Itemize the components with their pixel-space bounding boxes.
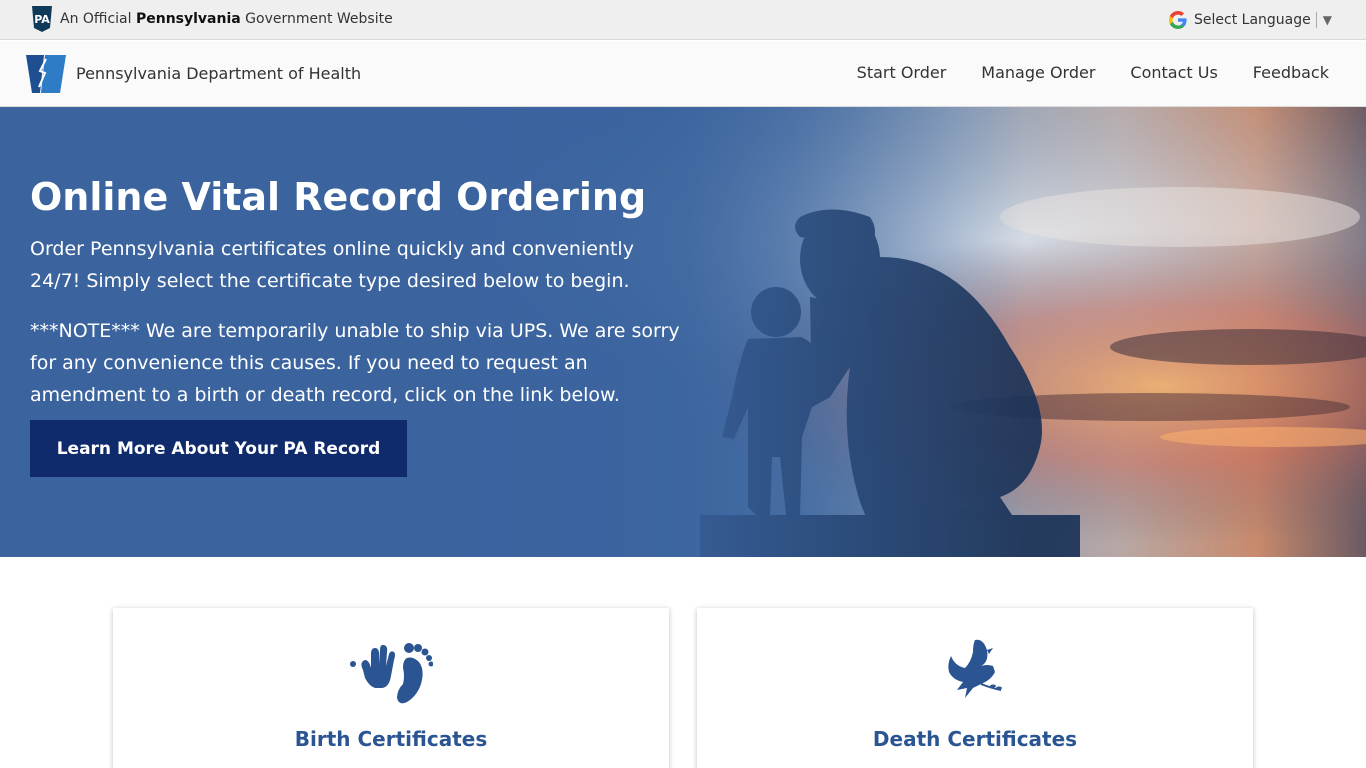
hero-note-text: ***NOTE*** We are temporarily unable to …	[30, 320, 680, 406]
main-nav: Start Order Manage Order Contact Us Feed…	[822, 63, 1329, 82]
nav-contact-us[interactable]: Contact Us	[1130, 63, 1217, 82]
svg-text:PA: PA	[34, 13, 50, 26]
death-certificates-card[interactable]: Death Certificates	[697, 608, 1253, 768]
hero-banner: Online Vital Record Ordering Order Penns…	[0, 107, 1366, 557]
language-selector[interactable]: Select Language ▼	[1169, 11, 1332, 29]
dove-icon	[948, 639, 1002, 698]
nav-feedback[interactable]: Feedback	[1253, 63, 1329, 82]
chevron-down-icon: ▼	[1322, 13, 1332, 27]
google-g-icon	[1169, 11, 1187, 29]
hand-foot-print-icon	[350, 643, 433, 704]
language-label: Select Language	[1194, 12, 1311, 28]
nav-manage-order[interactable]: Manage Order	[981, 63, 1095, 82]
hero-intro-text: Order Pennsylvania certificates online q…	[30, 238, 634, 292]
official-site-text: An Official Pennsylvania Government Webs…	[60, 11, 393, 27]
official-gov-bar: PA An Official Pennsylvania Government W…	[0, 0, 1366, 40]
card-title[interactable]: Death Certificates	[697, 727, 1253, 751]
page-title: Online Vital Record Ordering	[30, 175, 647, 219]
learn-more-button[interactable]: Learn More About Your PA Record	[30, 420, 407, 477]
card-title[interactable]: Birth Certificates	[113, 727, 669, 751]
language-divider	[1315, 12, 1317, 28]
department-name[interactable]: Pennsylvania Department of Health	[76, 64, 361, 83]
birth-certificates-card[interactable]: Birth Certificates	[113, 608, 669, 768]
pa-keystone-logo-icon[interactable]	[26, 53, 66, 93]
site-header: Pennsylvania Department of Health Start …	[0, 41, 1366, 107]
pa-keystone-icon: PA	[32, 6, 52, 32]
nav-start-order[interactable]: Start Order	[857, 63, 947, 82]
